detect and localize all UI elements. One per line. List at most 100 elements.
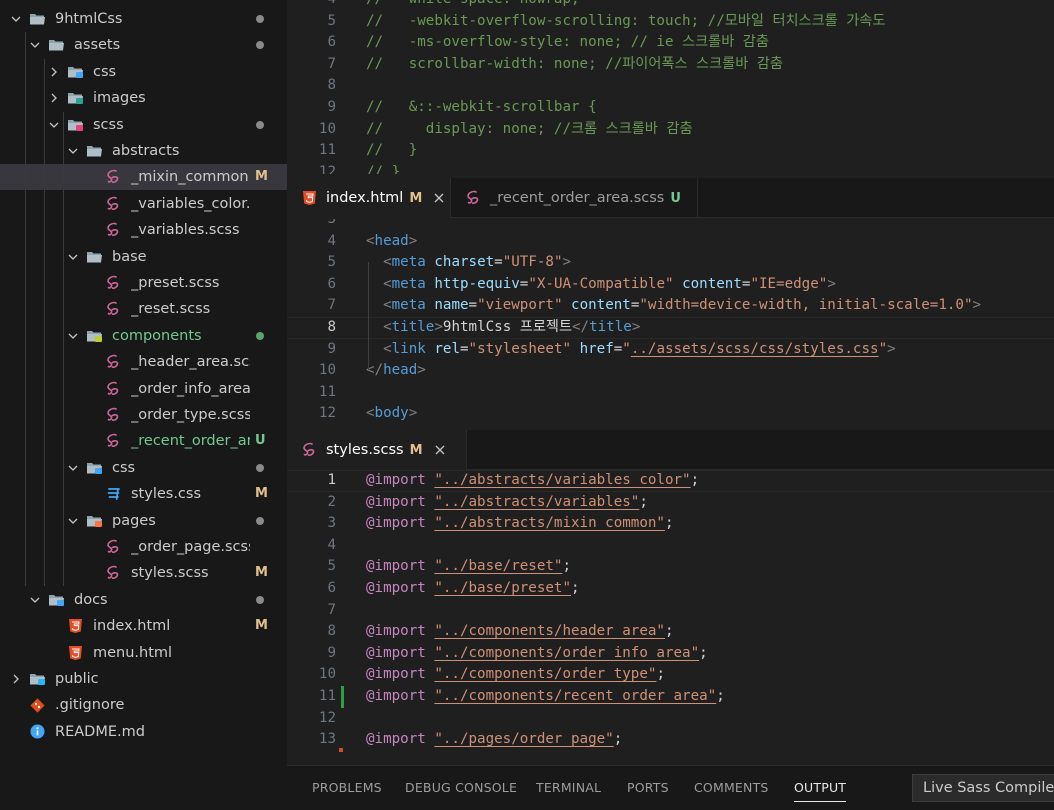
chevron-right-icon[interactable] (48, 85, 60, 111)
line-number: 6 (327, 580, 336, 596)
code-token: "UTF-8" (502, 254, 563, 271)
line-number: 4 (287, 0, 336, 11)
panel-tab-ports[interactable]: PORTS (627, 766, 669, 810)
git-status-badge: M (255, 486, 268, 502)
chevron-down-icon[interactable] (67, 508, 79, 534)
code-token: "../abstracts/variables" (434, 493, 640, 510)
line-number: 9 (327, 99, 336, 115)
sass-icon (103, 191, 123, 217)
code-token: > (972, 297, 982, 314)
tree-item[interactable]: index.html M (0, 613, 287, 639)
tree-item-label: styles.scss (131, 565, 209, 582)
chevron-right-icon[interactable] (48, 59, 60, 85)
git-status-dot (256, 463, 264, 472)
tree-item-label: _order_page.scss (131, 539, 250, 555)
code-token: ; (639, 493, 648, 510)
editor-tab[interactable]: index.html M (287, 178, 451, 218)
code-token: = (468, 297, 478, 314)
tab-label: index.html (326, 190, 404, 206)
chevron-down-icon[interactable] (10, 6, 22, 32)
chevron-down-icon[interactable] (29, 32, 41, 58)
code-token: ; (656, 666, 665, 683)
line-number: 7 (327, 297, 336, 314)
code-token: < (366, 405, 375, 422)
folder-components-open-icon (84, 323, 104, 349)
scss-editor-code[interactable]: 1 @import "../abstracts/variables_color";… (287, 470, 1054, 765)
panel-tab-debug-console[interactable]: DEBUG CONSOLE (405, 766, 517, 810)
tab-label: styles.scss (326, 442, 404, 458)
close-icon[interactable] (432, 442, 448, 458)
panel-tab-terminal[interactable]: TERMINAL (536, 766, 601, 810)
code-line: <meta charset="UTF-8"> (366, 252, 571, 274)
code-token: > (631, 319, 641, 335)
folder-images-icon (65, 85, 85, 111)
tree-item-label: css (93, 63, 117, 80)
code-token: "../components/order_info_area" (434, 644, 700, 661)
tree-item[interactable]: 9htmlCss (0, 6, 287, 32)
editor-tab[interactable]: styles.scss M (287, 430, 467, 470)
panel-tab-output[interactable]: OUTPUT (794, 766, 847, 810)
line-number: 11 (318, 688, 336, 704)
code-token: "X-UA-Compatible" (528, 275, 674, 292)
folder-open-icon (46, 32, 66, 58)
close-icon[interactable] (431, 190, 447, 206)
tree-item-label: _header_area.scss (131, 354, 250, 371)
tree-item-label: assets (74, 37, 121, 54)
code-token: ; (664, 515, 674, 532)
line-number: 2 (327, 493, 336, 510)
code-token: head (374, 232, 409, 249)
line-number: 5 (327, 254, 336, 271)
code-token: > (417, 362, 426, 379)
tree-item[interactable]: .gitignore (0, 692, 287, 718)
tree-item[interactable]: assets (0, 32, 287, 58)
code-line: @import "../base/preset"; (366, 578, 580, 600)
code-token: ; (699, 644, 708, 661)
indent-guide (63, 349, 64, 455)
code-line: </head> (366, 360, 426, 382)
panel-tab-comments[interactable]: COMMENTS (694, 766, 769, 810)
tree-item[interactable]: public (0, 666, 287, 692)
chevron-down-icon[interactable] (67, 138, 79, 164)
code-token: "../components/order_type" (434, 666, 657, 683)
folder-open-icon (84, 138, 104, 164)
html-editor-code[interactable]: 3 4 <head> 5 <meta charset="UTF-8"> 6 <meta … (287, 219, 1054, 427)
bottom-panel: PROBLEMS DEBUG CONSOLE TERMINAL PORTS COMMEN… (287, 765, 1054, 810)
line-number: 3 (327, 515, 336, 532)
chevron-right-icon[interactable] (10, 666, 22, 692)
git-status-dot (256, 120, 264, 129)
chevron-down-icon[interactable] (67, 455, 79, 481)
live-sass-compile-button[interactable]: Live Sass Compile (912, 774, 1054, 802)
folder-scss-open-icon (65, 112, 85, 138)
chevron-down-icon[interactable] (29, 587, 41, 613)
line-number: 6 (327, 275, 336, 292)
code-token: "../pages/order_page" (434, 731, 614, 748)
chevron-down-icon[interactable] (67, 323, 79, 349)
sass-icon (103, 560, 123, 586)
tree-item[interactable]: menu.html (0, 640, 287, 666)
code-token: < (383, 275, 392, 292)
folder-open-icon (84, 244, 104, 270)
code-token: content (571, 297, 631, 314)
tree-item[interactable]: docs (0, 587, 287, 613)
code-line: <meta name="viewport" content="width=dev… (366, 295, 981, 317)
panel-tab-problems[interactable]: PROBLEMS (312, 766, 382, 810)
chevron-down-icon[interactable] (67, 244, 79, 270)
tab-git-marker: U (670, 190, 681, 206)
code-token: ; (716, 688, 725, 704)
tree-item-label: menu.html (93, 644, 173, 661)
top-editor-code[interactable]: 4 // white-space: nowrap; 5 // -webkit-over… (287, 0, 1054, 174)
tab-label: _recent_order_area.scss (490, 190, 665, 206)
code-token: "../abstracts/variables_color" (434, 472, 691, 488)
code-line: // -webkit-overflow-scrolling: touch; //… (366, 12, 886, 29)
code-line: <link rel="stylesheet" href="../assets/s… (366, 339, 896, 361)
info-icon (27, 719, 47, 745)
tree-item-label: public (55, 671, 99, 687)
tree-item-label: abstracts (112, 143, 180, 159)
line-number: 12 (318, 163, 336, 174)
code-token: charset (434, 254, 495, 271)
tree-item[interactable]: README.md (0, 719, 287, 745)
editor-tab[interactable]: _recent_order_area.scss U (451, 178, 698, 218)
chevron-down-icon[interactable] (48, 112, 60, 138)
